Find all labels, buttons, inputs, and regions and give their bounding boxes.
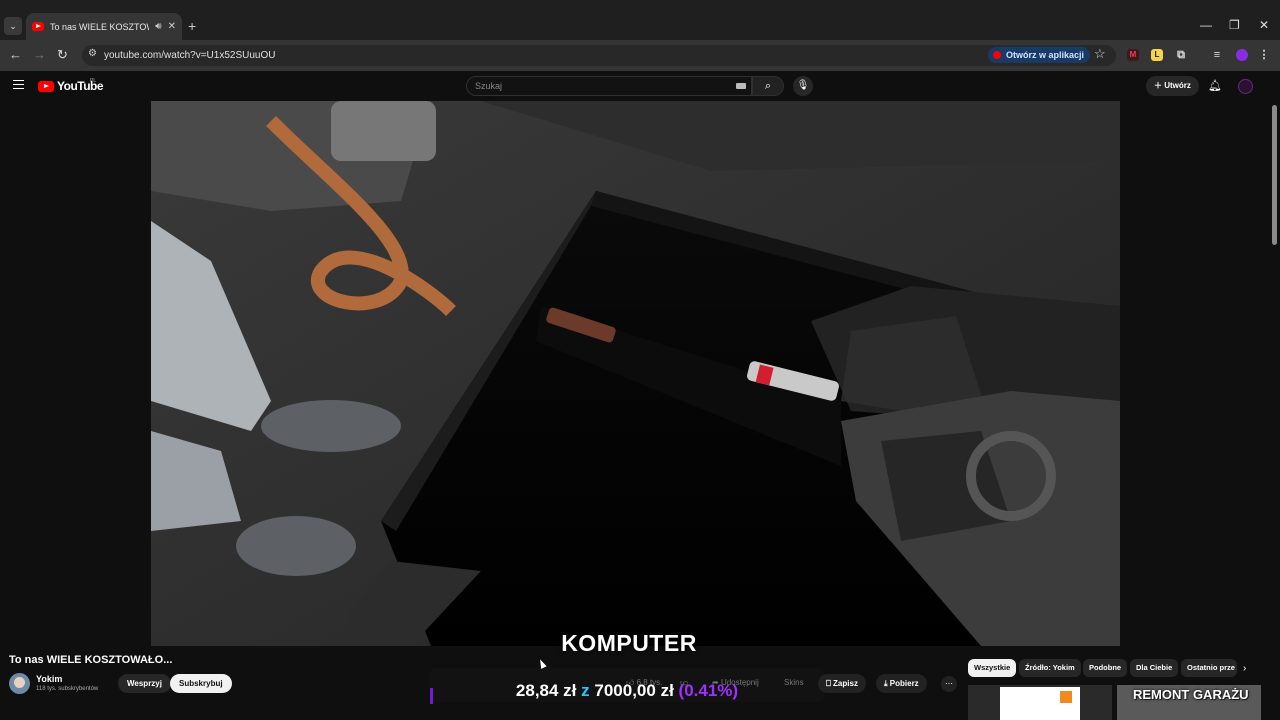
open-in-app-button[interactable]: Otwórz w aplikacji [988,47,1091,63]
video-subtitle: KOMPUTER [561,630,697,656]
hamburger-menu-icon[interactable] [13,80,24,89]
chip-all[interactable]: Wszystkie [968,659,1017,677]
create-label: Utwórz [1164,81,1191,90]
donation-goal: 28,84 zł z 7000,00 zł (0.41%) [430,681,824,701]
minimize-icon[interactable]: — [1200,18,1212,32]
donation-target: 7000,00 zł [594,681,674,700]
youtube-logo-text: YouTube [57,79,104,93]
page-scrollbar[interactable] [1272,105,1277,245]
browser-tab[interactable]: To nas WIELE KOSZTOWAŁO... 🔊︎ ✕ [26,13,182,40]
support-button[interactable]: Wesprzyj [118,674,171,693]
search-icon[interactable]: ⌕ [752,76,784,96]
reload-icon[interactable]: ↻ [57,47,68,63]
video-player[interactable] [151,101,1120,646]
thumbnail-logo-icon [1060,691,1072,703]
profile-avatar[interactable] [1236,49,1248,61]
download-icon: ⤓ [884,679,888,688]
chevron-right-icon[interactable]: › [1243,663,1246,674]
video-title: To nas WIELE KOSZTOWAŁO... [9,654,173,666]
restore-icon[interactable]: ❐ [1229,18,1240,32]
save-button[interactable]: ⎕ Zapisz [818,674,866,693]
back-icon[interactable]: ← [9,47,22,62]
extensions-icon[interactable]: ⧉ [1175,49,1187,61]
youtube-logo-icon [38,80,54,92]
notifications-bell-icon[interactable]: 🔔︎ [1208,79,1222,92]
donation-percent: (0.41%) [678,681,739,700]
recommended-thumbnail-2[interactable]: REMONT GARAŻU [1117,685,1261,720]
chip-similar[interactable]: Podobne [1083,659,1128,677]
more-actions-icon[interactable]: ⋯ [941,676,957,692]
download-button[interactable]: ⤓ Pobierz [876,674,927,693]
download-label: Pobierz [889,679,919,688]
account-avatar[interactable] [1238,79,1253,94]
thumbnail-title: REMONT GARAŻU [1133,687,1249,702]
close-icon[interactable]: ✕ [168,21,176,32]
subscribe-button[interactable]: Subskrybuj [170,674,232,693]
country-code: PL [90,78,97,84]
extension-m-icon[interactable]: M [1127,49,1139,61]
recommended-thumbnail-1[interactable] [968,685,1112,720]
create-button[interactable]: ＋ Utwórz [1146,76,1199,96]
donation-of: z [581,681,590,700]
speaker-icon[interactable]: 🔊︎ [155,21,161,32]
channel-name[interactable]: Yokim [36,674,62,684]
extension-l-icon[interactable]: L [1151,49,1163,61]
new-tab-icon[interactable]: + [188,18,196,34]
donation-current: 28,84 zł [515,681,577,700]
chip-for-you[interactable]: Dla Ciebie [1130,659,1179,677]
keyboard-icon[interactable] [736,83,746,89]
tab-title: To nas WIELE KOSZTOWAŁO... [50,21,149,32]
tab-search-icon[interactable]: ⌄ [4,17,22,35]
media-icon[interactable]: ≡ [1211,49,1223,61]
subscriber-count: 118 tys. subskrybentów [36,686,99,692]
video-frame [151,101,1120,646]
search-placeholder: Szukaj [475,81,503,91]
forward-icon[interactable]: → [33,47,46,62]
microphone-icon[interactable]: 🎙︎ [793,76,813,96]
search-input[interactable] [466,76,752,96]
chip-source-yokim[interactable]: Źródło: Yokim [1019,659,1081,677]
save-label: Zapisz [833,679,858,688]
save-icon: ⎕ [826,679,831,688]
url-text[interactable]: youtube.com/watch?v=U1x52SUuuOU [104,50,275,61]
kebab-menu-icon[interactable]: ⋮ [1258,49,1270,61]
star-icon[interactable]: ☆ [1094,46,1106,62]
site-info-icon[interactable]: ⚙ [88,48,97,59]
chip-recently-uploaded[interactable]: Ostatnio prze [1181,659,1237,677]
channel-avatar[interactable] [9,673,30,694]
window-close-icon[interactable]: ✕ [1259,18,1269,32]
youtube-favicon-icon [32,22,44,31]
